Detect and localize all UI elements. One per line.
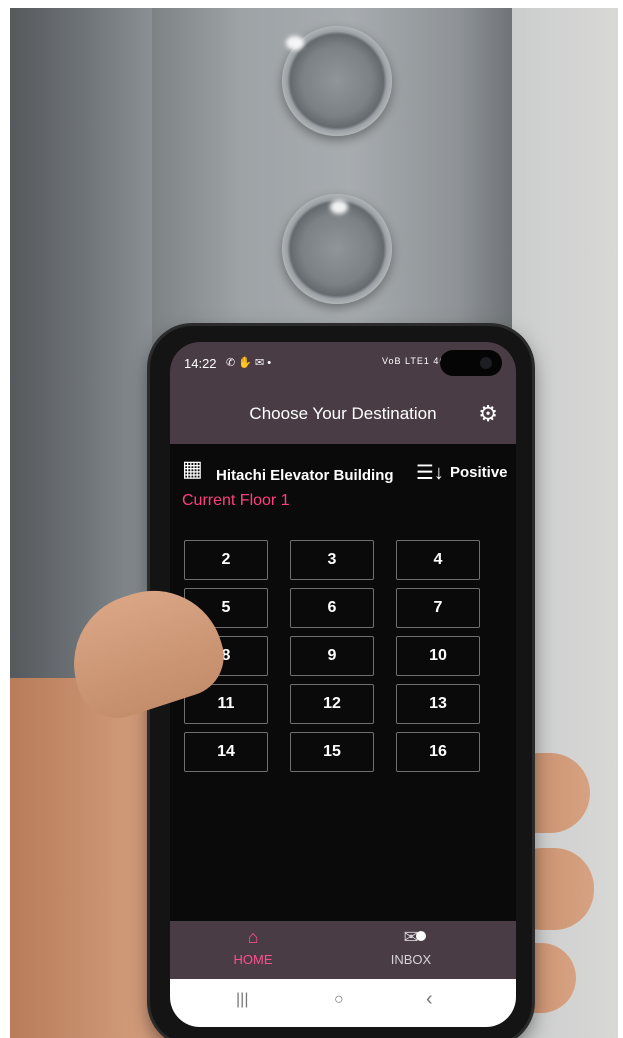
mail-icon: ✉ — [403, 927, 419, 947]
back-key[interactable]: ‹ — [426, 988, 433, 1011]
button-glint — [330, 200, 348, 214]
phone-screen: 14:22 ✆ ✋ ✉ • VoB LTE1 4G ıl ▮ Choose Yo… — [170, 342, 516, 1027]
floor-button-12[interactable]: 12 — [290, 684, 374, 724]
floor-button-15[interactable]: 15 — [290, 732, 374, 772]
nav-home[interactable]: ⌂ HOME — [208, 927, 298, 967]
floor-button-3[interactable]: 3 — [290, 540, 374, 580]
status-system-icons: ✆ ✋ ✉ • — [226, 357, 272, 369]
floor-button-16[interactable]: 16 — [396, 732, 480, 772]
building-icon: ▦ — [182, 456, 203, 481]
building-info: ▦ Hitachi Elevator Building ☰↓ Positive … — [170, 444, 516, 524]
home-key[interactable]: ○ — [334, 991, 344, 1009]
camera-cutout — [440, 350, 502, 376]
status-bar: 14:22 ✆ ✋ ✉ • VoB LTE1 4G ıl ▮ — [170, 342, 516, 384]
bottom-navigation: ⌂ HOME ✉ INBOX — [170, 921, 516, 979]
sort-label[interactable]: Positive — [450, 464, 508, 481]
status-time: 14:22 — [184, 356, 217, 371]
page-title: Choose Your Destination — [249, 404, 437, 423]
floor-button-6[interactable]: 6 — [290, 588, 374, 628]
app-bar: Choose Your Destination ⚙ — [170, 384, 516, 444]
floor-button-10[interactable]: 10 — [396, 636, 480, 676]
nav-inbox-label: INBOX — [390, 952, 432, 967]
building-name: Hitachi Elevator Building — [216, 467, 394, 484]
floor-grid: 2 3 4 5 6 7 8 9 10 11 12 13 14 15 16 — [184, 540, 484, 772]
nav-inbox[interactable]: ✉ INBOX — [366, 927, 456, 967]
floor-button-9[interactable]: 9 — [290, 636, 374, 676]
floor-button-7[interactable]: 7 — [396, 588, 480, 628]
current-floor: Current Floor 1 — [182, 492, 290, 509]
floor-button-4[interactable]: 4 — [396, 540, 480, 580]
nav-home-label: HOME — [233, 952, 273, 967]
button-glint — [286, 36, 304, 50]
home-icon: ⌂ — [247, 927, 259, 947]
notification-badge — [416, 931, 426, 941]
system-navigation-bar: ||| ○ ‹ — [170, 979, 516, 1027]
floor-button-13[interactable]: 13 — [396, 684, 480, 724]
recents-key[interactable]: ||| — [236, 991, 248, 1009]
elevator-panel — [152, 8, 512, 348]
sort-descending-icon[interactable]: ☰↓ — [416, 460, 444, 485]
gear-icon[interactable]: ⚙ — [478, 401, 498, 427]
floor-button-2[interactable]: 2 — [184, 540, 268, 580]
floor-button-14[interactable]: 14 — [184, 732, 268, 772]
photo-scene: 14:22 ✆ ✋ ✉ • VoB LTE1 4G ıl ▮ Choose Yo… — [10, 8, 618, 1038]
